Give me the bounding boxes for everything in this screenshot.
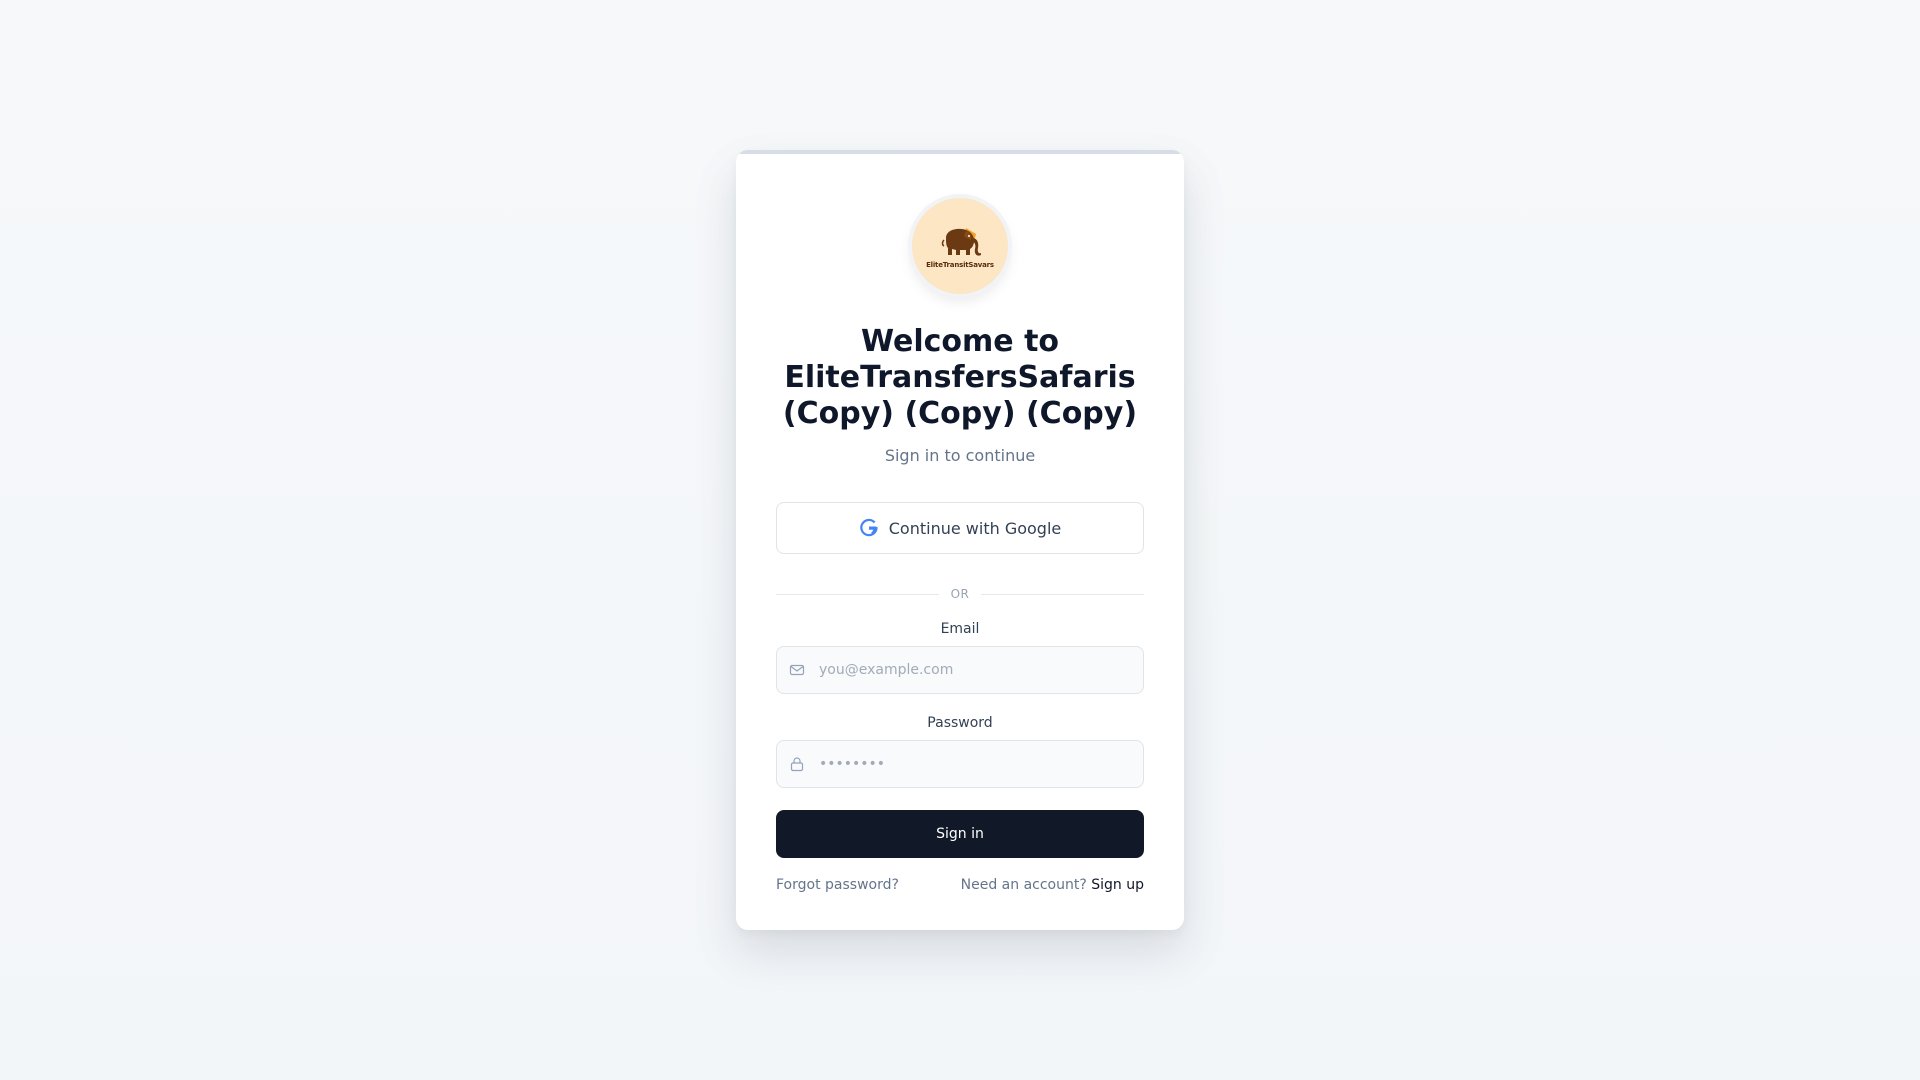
card-top-accent — [736, 150, 1184, 154]
forgot-password-link[interactable]: Forgot password? — [776, 876, 899, 894]
sign-up-link[interactable]: Sign up — [1091, 877, 1144, 893]
password-field-wrapper[interactable] — [776, 740, 1144, 788]
or-divider: OR — [776, 586, 1145, 602]
email-input[interactable] — [817, 661, 1121, 679]
google-icon — [859, 518, 879, 538]
divider-line-left — [776, 593, 939, 595]
login-page: EliteTransitSavars Welcome to EliteTrans… — [0, 0, 1920, 1080]
lock-icon — [789, 756, 805, 772]
email-label: Email — [940, 621, 980, 637]
google-signin-label: Continue with Google — [888, 518, 1062, 538]
mail-icon — [789, 662, 805, 678]
logo-wordmark: EliteTransitSavars — [926, 260, 994, 269]
elephant-icon — [941, 227, 981, 256]
signup-prompt: Need an account? Sign up — [961, 876, 1144, 894]
password-input[interactable] — [817, 755, 1121, 773]
need-account-text: Need an account? — [960, 877, 1087, 893]
page-subtitle: Sign in to continue — [884, 446, 1036, 465]
login-card: EliteTransitSavars Welcome to EliteTrans… — [736, 150, 1184, 930]
page-title: Welcome to EliteTransfersSafaris (Copy) … — [782, 324, 1138, 431]
email-field-wrapper[interactable] — [776, 646, 1144, 694]
auth-footer: Forgot password? Need an account? Sign u… — [776, 876, 1144, 894]
password-label: Password — [927, 715, 993, 731]
google-signin-button[interactable]: Continue with Google — [776, 502, 1144, 554]
divider-label: OR — [950, 587, 970, 601]
brand-logo: EliteTransitSavars — [912, 198, 1008, 294]
divider-line-right — [981, 593, 1145, 595]
sign-in-button[interactable]: Sign in — [776, 810, 1144, 858]
